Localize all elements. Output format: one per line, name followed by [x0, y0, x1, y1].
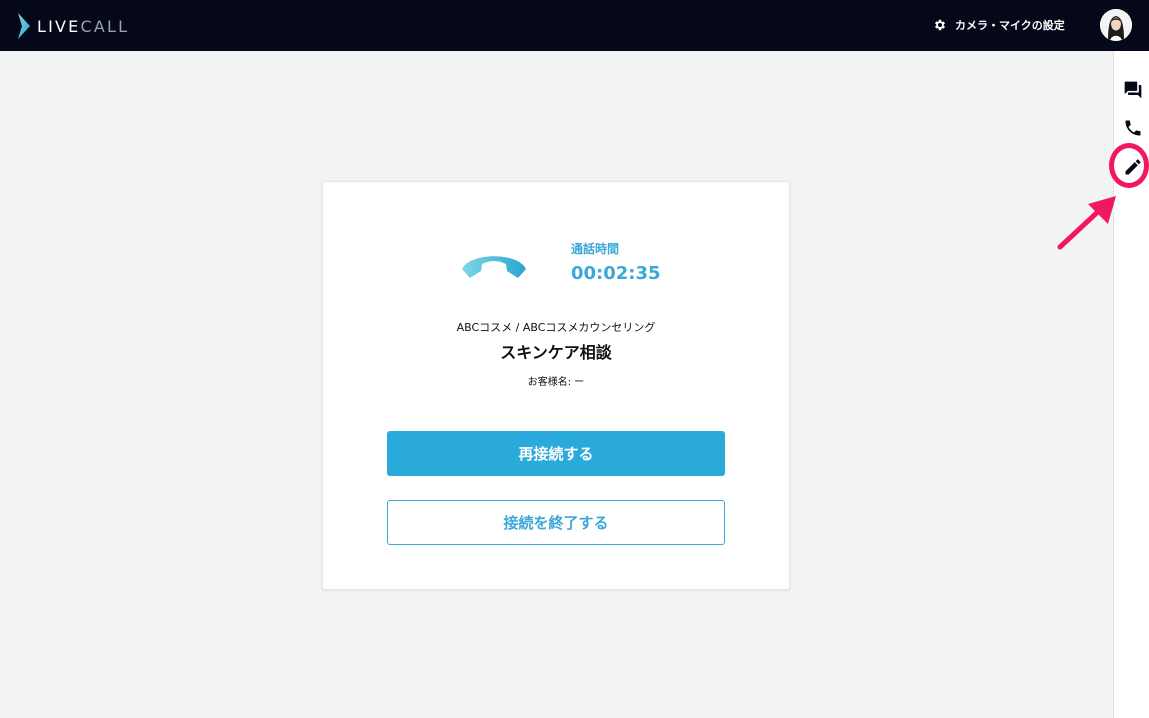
call-card: 通話時間 00:02:35 ABCコスメ / ABCコスメカウンセリング スキン… — [322, 181, 790, 590]
livecall-logo[interactable]: LIVECALL — [17, 12, 129, 40]
phone-icon[interactable] — [1123, 118, 1143, 138]
logo-text-call: CALL — [80, 16, 130, 36]
call-duration-value: 00:02:35 — [571, 263, 661, 284]
top-bar: LIVECALL カメラ・マイクの設定 — [0, 0, 1149, 51]
chat-icon[interactable] — [1123, 80, 1143, 100]
logo-mark-icon — [18, 13, 30, 39]
end-connection-button[interactable]: 接続を終了する — [387, 500, 725, 545]
avatar-photo-icon — [1100, 9, 1132, 41]
settings-label: カメラ・マイクの設定 — [955, 19, 1065, 32]
reconnect-button[interactable]: 再接続する — [387, 431, 725, 476]
camera-mic-settings-button[interactable]: カメラ・マイクの設定 — [933, 16, 1065, 34]
call-duration-label: 通話時間 — [571, 242, 620, 256]
shop-name: ABCコスメ / ABCコスメカウンセリング — [456, 321, 656, 334]
customer-name: お客様名: ー — [527, 377, 585, 388]
session-title: スキンケア相談 — [500, 343, 612, 362]
right-sidebar — [1113, 51, 1149, 718]
user-avatar[interactable] — [1100, 9, 1132, 41]
hang-up-icon — [460, 250, 528, 280]
pointer-arrow-icon — [1057, 196, 1116, 250]
logo-text-live: LIVE — [37, 16, 81, 36]
gear-icon — [935, 19, 945, 31]
pencil-icon[interactable] — [1123, 157, 1143, 177]
